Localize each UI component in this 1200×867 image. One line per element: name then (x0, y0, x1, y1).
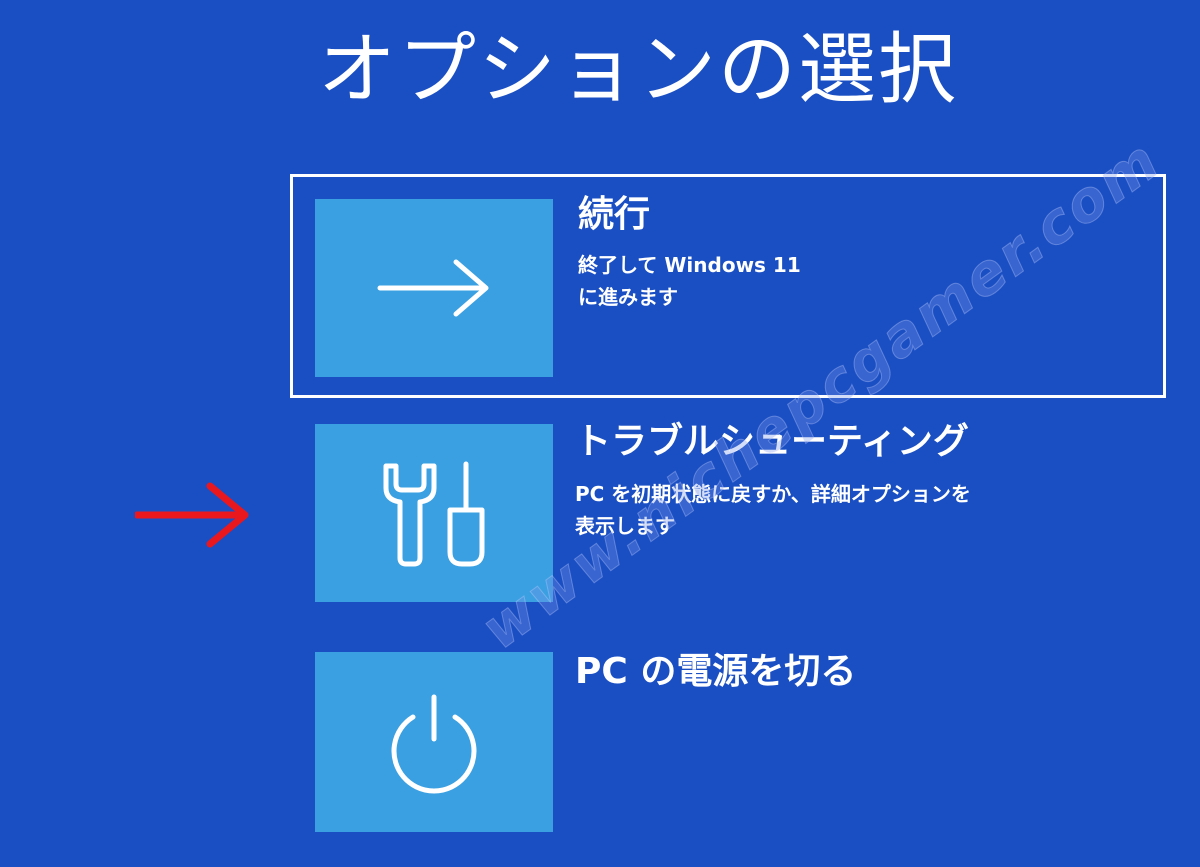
arrow-right-icon (377, 259, 489, 317)
option-shutdown-title: PC の電源を切る (575, 651, 857, 692)
option-continue-title: 続行 (578, 194, 651, 235)
red-arrow-icon (135, 482, 249, 548)
tools-icon (383, 461, 485, 567)
power-icon (391, 694, 477, 794)
option-shutdown[interactable]: PC の電源を切る (290, 636, 1166, 858)
shutdown-tile (315, 652, 553, 832)
page-title: オプションの選択 (318, 25, 959, 115)
continue-tile (315, 199, 553, 377)
